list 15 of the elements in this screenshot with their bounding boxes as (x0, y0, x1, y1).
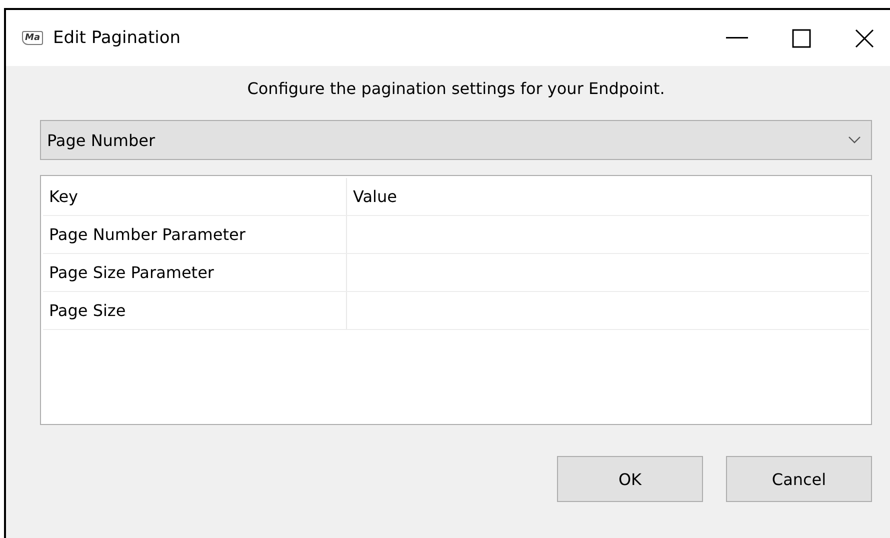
close-icon[interactable] (855, 28, 874, 48)
ok-button[interactable]: OK (557, 456, 703, 502)
minimize-icon[interactable] (726, 37, 748, 39)
app-icon: Ma (22, 31, 44, 45)
window-title: Edit Pagination (53, 28, 182, 48)
instruction-text: Configure the pagination settings for your Endpoint. (246, 79, 666, 98)
key-cell: Page Size (43, 292, 347, 329)
pagination-type-dropdown[interactable]: Page Number (40, 120, 872, 160)
maximize-icon[interactable] (792, 28, 811, 48)
chevron-down-icon (848, 136, 861, 144)
column-header: Value (352, 186, 398, 208)
column-header: Key (43, 178, 347, 215)
cancel-button[interactable]: Cancel (726, 456, 872, 502)
key-cell: Page Size Parameter (43, 254, 347, 291)
key-cell: Page Number Parameter (43, 216, 347, 253)
